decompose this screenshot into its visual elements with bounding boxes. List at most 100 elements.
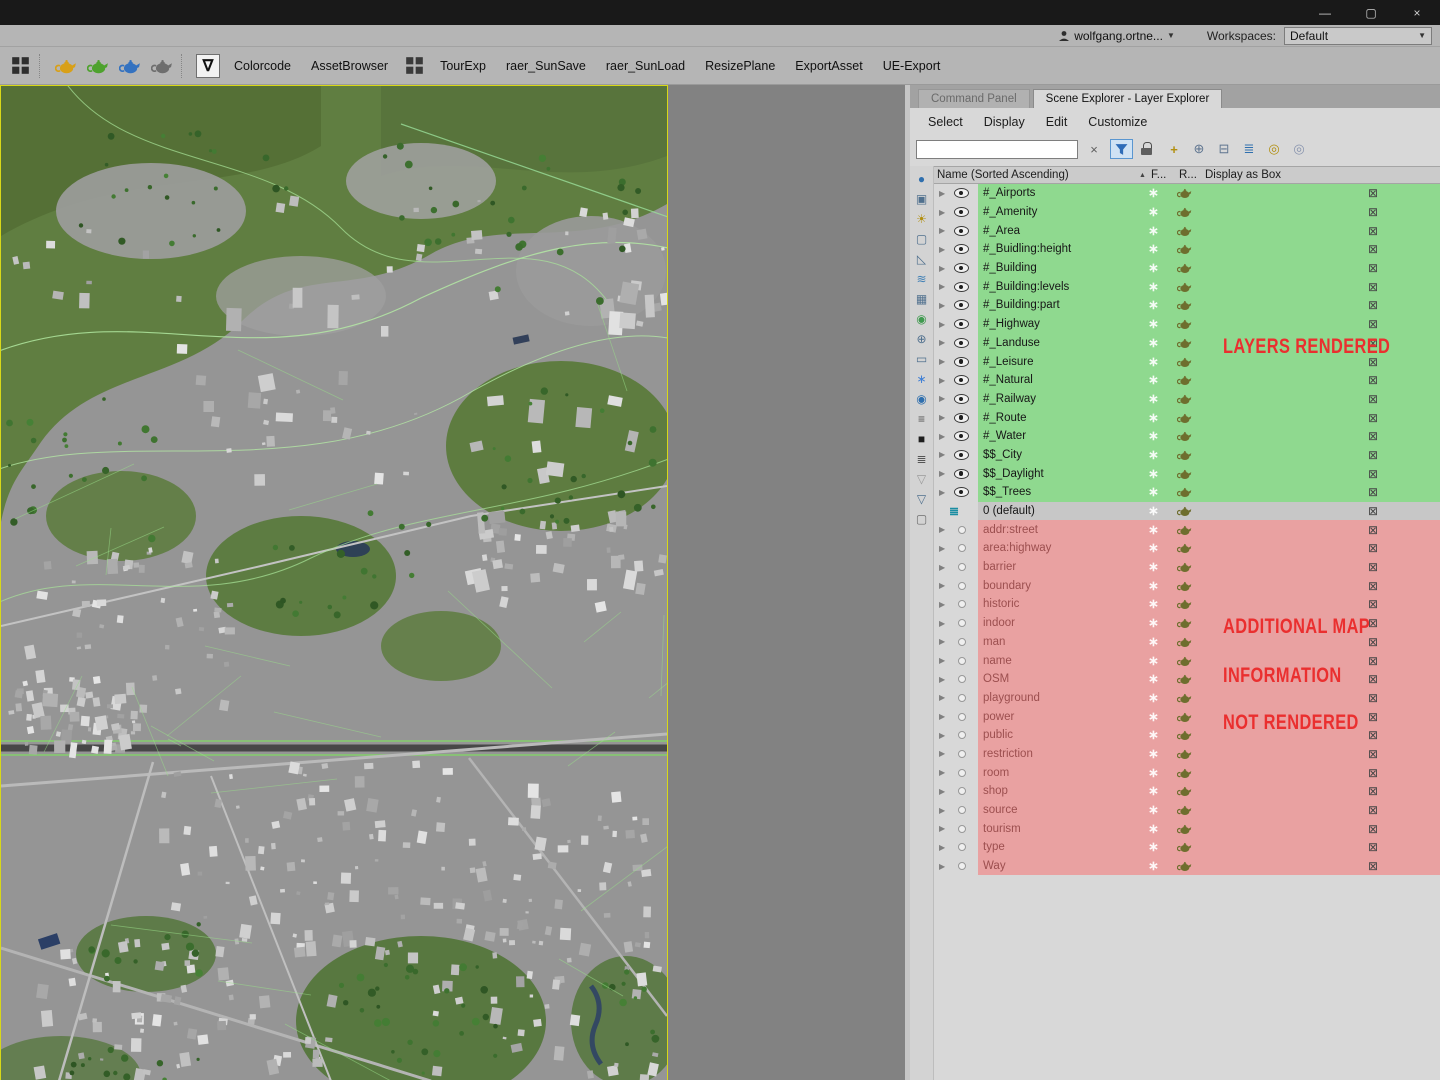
expand-arrow-icon[interactable]: ▶ (939, 544, 951, 553)
select-filter-icon[interactable]: ● (910, 169, 933, 189)
display-as-box-icon[interactable]: ⊠ (1368, 560, 1378, 574)
visibility-eye-icon[interactable] (954, 188, 969, 199)
funnel-light-icon[interactable]: ▽ (910, 469, 933, 489)
hidden-dot-icon[interactable] (954, 843, 969, 852)
layer-band[interactable]: #_Amenity ∗ ⊠ (978, 202, 1440, 222)
display-as-box-icon[interactable]: ⊠ (1368, 355, 1378, 369)
layer-band[interactable]: #_Building:part ∗ ⊠ (978, 296, 1440, 315)
renderable-icon[interactable] (1177, 337, 1192, 349)
layer-band[interactable]: #_Building ∗ ⊠ (978, 258, 1440, 278)
visibility-eye-icon[interactable] (954, 487, 969, 498)
frozen-icon[interactable]: ∗ (1148, 484, 1159, 500)
display-as-box-icon[interactable]: ⊠ (1368, 747, 1378, 761)
display-as-box-icon[interactable]: ⊠ (1368, 242, 1378, 256)
viewport-scene[interactable] (1, 86, 667, 1080)
expand-arrow-icon[interactable]: ▶ (939, 338, 951, 347)
frozen-icon[interactable]: ∗ (1148, 372, 1159, 388)
display-as-box-icon[interactable]: ⊠ (1368, 597, 1378, 611)
hidden-dot-icon[interactable] (954, 806, 969, 815)
layer-row[interactable]: ▶ ≣ $$_City ∗ ⊠ (934, 445, 1440, 465)
layer-band[interactable]: #_Railway ∗ ⊠ (978, 389, 1440, 409)
visibility-eye-icon[interactable] (954, 375, 969, 386)
expand-arrow-icon[interactable]: ▶ (939, 675, 951, 684)
teapot-gray-icon[interactable] (146, 51, 178, 81)
frozen-icon[interactable]: ∗ (1148, 765, 1159, 781)
frozen-icon[interactable]: ∗ (1148, 634, 1159, 650)
layer-row[interactable]: ▶ ≣ indoor ∗ ⊠ (934, 613, 1440, 633)
renderable-icon[interactable] (1177, 542, 1192, 554)
renderable-icon[interactable] (1177, 580, 1192, 592)
hidden-dot-icon[interactable] (954, 544, 969, 553)
display-as-box-icon[interactable]: ⊠ (1368, 280, 1378, 294)
column-frozen[interactable]: F... (1151, 169, 1179, 181)
frozen-icon[interactable]: ∗ (1148, 522, 1159, 538)
renderable-icon[interactable] (1177, 243, 1192, 255)
layer-row[interactable]: ▶ ≣ room ∗ ⊠ (934, 763, 1440, 782)
expand-arrow-icon[interactable]: ▶ (939, 282, 951, 291)
ue-export-button[interactable]: UE-Export (873, 52, 951, 80)
renderable-icon[interactable] (1177, 561, 1192, 573)
menu-customize[interactable]: Customize (1088, 115, 1147, 129)
visibility-eye-icon[interactable] (954, 244, 969, 255)
hidden-dot-icon[interactable] (954, 581, 969, 590)
layer-band[interactable]: room ∗ ⊠ (978, 763, 1440, 782)
frozen-icon[interactable]: ∗ (1148, 671, 1159, 687)
expand-arrow-icon[interactable]: ▶ (939, 581, 951, 590)
layer-row[interactable]: ▶ ≣ #_Landuse ∗ ⊠ (934, 333, 1440, 353)
visibility-eye-icon[interactable] (954, 281, 969, 292)
hidden-dot-icon[interactable] (954, 824, 969, 833)
layer-row[interactable]: ▶ ≣ source ∗ ⊠ (934, 800, 1440, 820)
frozen-icon[interactable]: ∗ (1148, 185, 1159, 201)
frozen-icon[interactable]: ∗ (1148, 223, 1159, 239)
layer-row[interactable]: ▶ ≣ shop ∗ ⊠ (934, 782, 1440, 801)
layer-band[interactable]: area:highway ∗ ⊠ (978, 539, 1440, 558)
expand-arrow-icon[interactable]: ▶ (939, 189, 951, 198)
layer-band[interactable]: #_Area ∗ ⊠ (978, 221, 1440, 241)
expand-arrow-icon[interactable]: ▶ (939, 600, 951, 609)
exportasset-button[interactable]: ExportAsset (785, 52, 872, 80)
search-input[interactable] (916, 139, 1078, 159)
renderable-icon[interactable] (1177, 823, 1192, 835)
hidden-dot-icon[interactable] (954, 675, 969, 684)
frozen-icon[interactable]: ∗ (1148, 709, 1159, 725)
frozen-icon[interactable]: ∗ (1148, 354, 1159, 370)
column-display-as-box[interactable]: Display as Box (1205, 169, 1440, 181)
expand-arrow-icon[interactable]: ▶ (939, 749, 951, 758)
expand-arrow-icon[interactable]: ▶ (939, 843, 951, 852)
layer-row[interactable]: ▶ ≣ type ∗ ⊠ (934, 838, 1440, 857)
expand-arrow-icon[interactable]: ▶ (939, 693, 951, 702)
layer-band[interactable]: #_Airports ∗ ⊠ (978, 184, 1440, 203)
layer-row[interactable]: ▶ ≣ boundary ∗ ⊠ (934, 576, 1440, 596)
frozen-coins-icon[interactable]: ◎ (1290, 139, 1308, 159)
column-render[interactable]: R... (1179, 169, 1205, 181)
layer-row[interactable]: ▶ ≣ OSM ∗ ⊠ (934, 669, 1440, 689)
close-button[interactable]: × (1394, 0, 1440, 25)
renderable-icon[interactable] (1177, 206, 1192, 218)
hidden-dot-icon[interactable] (954, 862, 969, 871)
display-as-box-icon[interactable]: ⊠ (1368, 336, 1378, 350)
expand-arrow-icon[interactable]: ▶ (939, 768, 951, 777)
colorcode-button[interactable]: Colorcode (224, 52, 301, 80)
visibility-eye-icon[interactable] (954, 300, 969, 311)
display-as-box-icon[interactable]: ⊠ (1368, 691, 1378, 705)
layer-band[interactable]: type ∗ ⊠ (978, 838, 1440, 857)
display-as-box-icon[interactable]: ⊠ (1368, 373, 1378, 387)
expand-arrow-icon[interactable]: ▶ (939, 450, 951, 459)
renderable-icon[interactable] (1177, 412, 1192, 424)
frozen-icon[interactable]: ∗ (1148, 746, 1159, 762)
frozen-icon[interactable]: ∗ (1148, 447, 1159, 463)
display-as-box-icon[interactable]: ⊠ (1368, 822, 1378, 836)
layer-row[interactable]: ▶ ≣ #_Route ∗ ⊠ (934, 408, 1440, 427)
display-as-box-icon[interactable]: ⊠ (1368, 541, 1378, 555)
frame-filter-icon[interactable]: ▭ (910, 349, 933, 369)
layer-row[interactable]: ▶ ≣ historic ∗ ⊠ (934, 595, 1440, 614)
frozen-icon[interactable]: ∗ (1148, 260, 1159, 276)
resizeplane-button[interactable]: ResizePlane (695, 52, 785, 80)
display-as-box-icon[interactable]: ⊠ (1368, 429, 1378, 443)
layer-band[interactable]: barrier ∗ ⊠ (978, 557, 1440, 577)
display-as-box-icon[interactable]: ⊠ (1368, 635, 1378, 649)
layer-band[interactable]: $$_City ∗ ⊠ (978, 445, 1440, 465)
column-name[interactable]: Name (Sorted Ascending) (937, 169, 1139, 181)
frozen-icon[interactable]: ∗ (1148, 428, 1159, 444)
expand-arrow-icon[interactable]: ▶ (939, 264, 951, 273)
